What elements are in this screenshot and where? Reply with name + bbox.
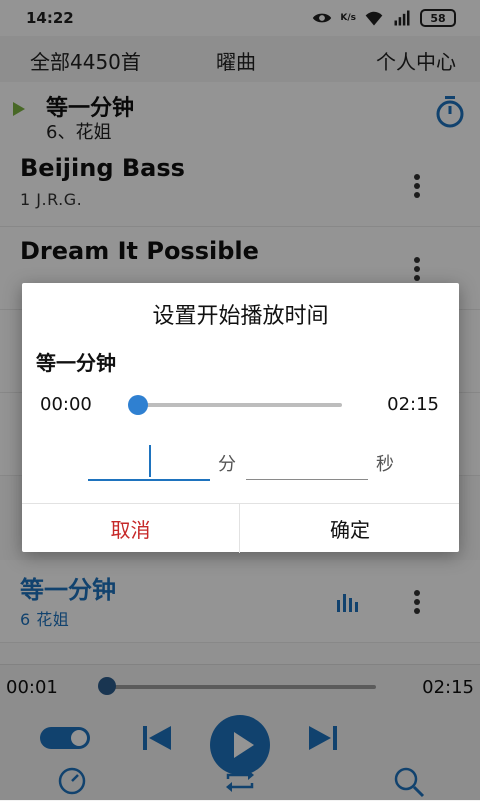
start-time-slider-thumb[interactable] <box>128 395 148 415</box>
dialog-title: 设置开始播放时间 <box>152 304 329 329</box>
minutes-label: 分 <box>218 454 236 475</box>
dialog-song-title: 等一分钟 <box>36 351 116 375</box>
seconds-input[interactable] <box>246 443 368 480</box>
dialog-start-time: 00:00 <box>40 394 92 415</box>
seconds-label: 秒 <box>376 454 394 475</box>
start-time-slider[interactable] <box>138 403 342 407</box>
text-cursor <box>149 445 151 477</box>
start-time-dialog: 设置开始播放时间 等一分钟 00:00 02:15 分 秒 取消 确定 <box>22 283 459 553</box>
cancel-button[interactable]: 取消 <box>22 504 240 553</box>
dialog-actions: 取消 确定 <box>22 503 459 553</box>
dialog-end-time: 02:15 <box>387 394 439 415</box>
confirm-button[interactable]: 确定 <box>241 504 459 553</box>
